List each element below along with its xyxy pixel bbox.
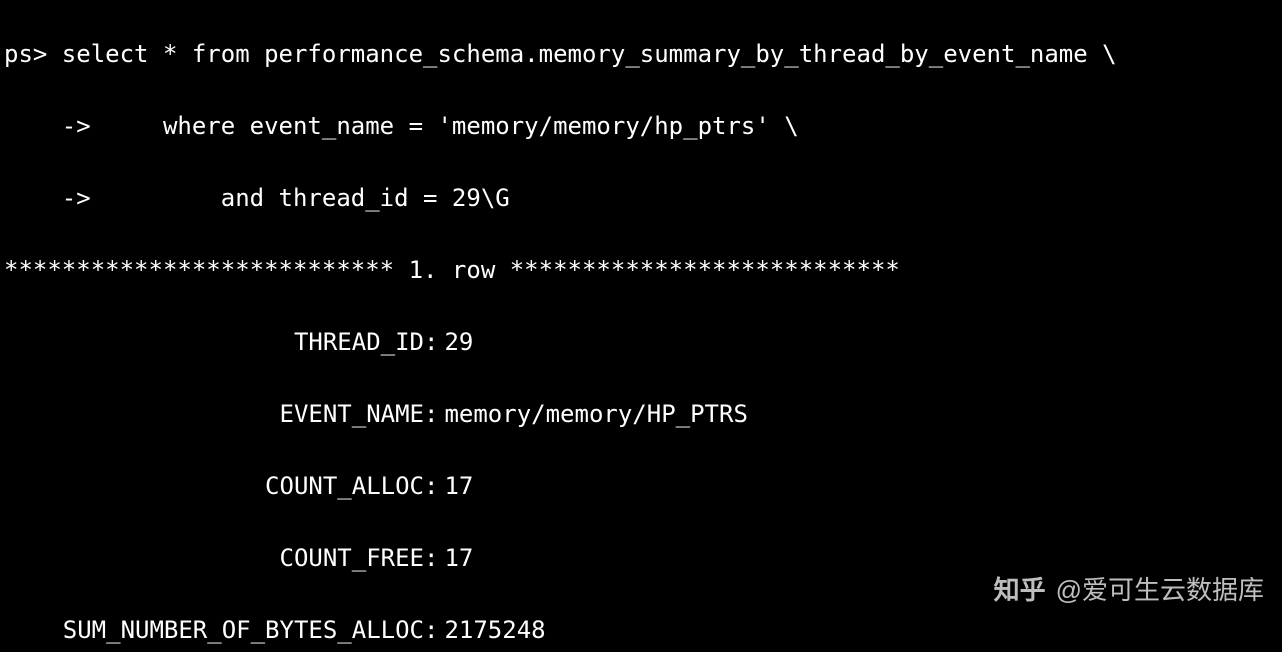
result-value: memory/memory/HP_PTRS	[444, 396, 747, 432]
result-row: COUNT_ALLOC:17	[4, 468, 1278, 504]
result-sep: :	[424, 468, 444, 504]
result-key: EVENT_NAME	[4, 396, 424, 432]
query-line-2: -> where event_name = 'memory/memory/hp_…	[4, 108, 1278, 144]
watermark: 知乎 @爱可生云数据库	[994, 572, 1264, 608]
query-line-3: -> and thread_id = 29\G	[4, 180, 1278, 216]
result-key: COUNT_ALLOC	[4, 468, 424, 504]
result-value: 17	[444, 468, 473, 504]
result-sep: :	[424, 324, 444, 360]
row-separator: *************************** 1. row *****…	[4, 252, 1278, 288]
result-row: EVENT_NAME:memory/memory/HP_PTRS	[4, 396, 1278, 432]
result-sep: :	[424, 540, 444, 576]
result-key: COUNT_FREE	[4, 540, 424, 576]
result-value: 2175248	[444, 612, 545, 648]
result-row: SUM_NUMBER_OF_BYTES_ALLOC:2175248	[4, 612, 1278, 648]
result-row: THREAD_ID:29	[4, 324, 1278, 360]
watermark-text: @爱可生云数据库	[1056, 572, 1264, 608]
result-key: SUM_NUMBER_OF_BYTES_ALLOC	[4, 612, 424, 648]
result-row: COUNT_FREE:17	[4, 540, 1278, 576]
zhihu-logo-icon: 知乎	[994, 572, 1046, 608]
result-value: 29	[444, 324, 473, 360]
result-sep: :	[424, 396, 444, 432]
result-value: 17	[444, 540, 473, 576]
result-key: THREAD_ID	[4, 324, 424, 360]
query-line-1: ps> select * from performance_schema.mem…	[4, 36, 1278, 72]
terminal-output[interactable]: ps> select * from performance_schema.mem…	[0, 0, 1282, 652]
result-sep: :	[424, 612, 444, 648]
